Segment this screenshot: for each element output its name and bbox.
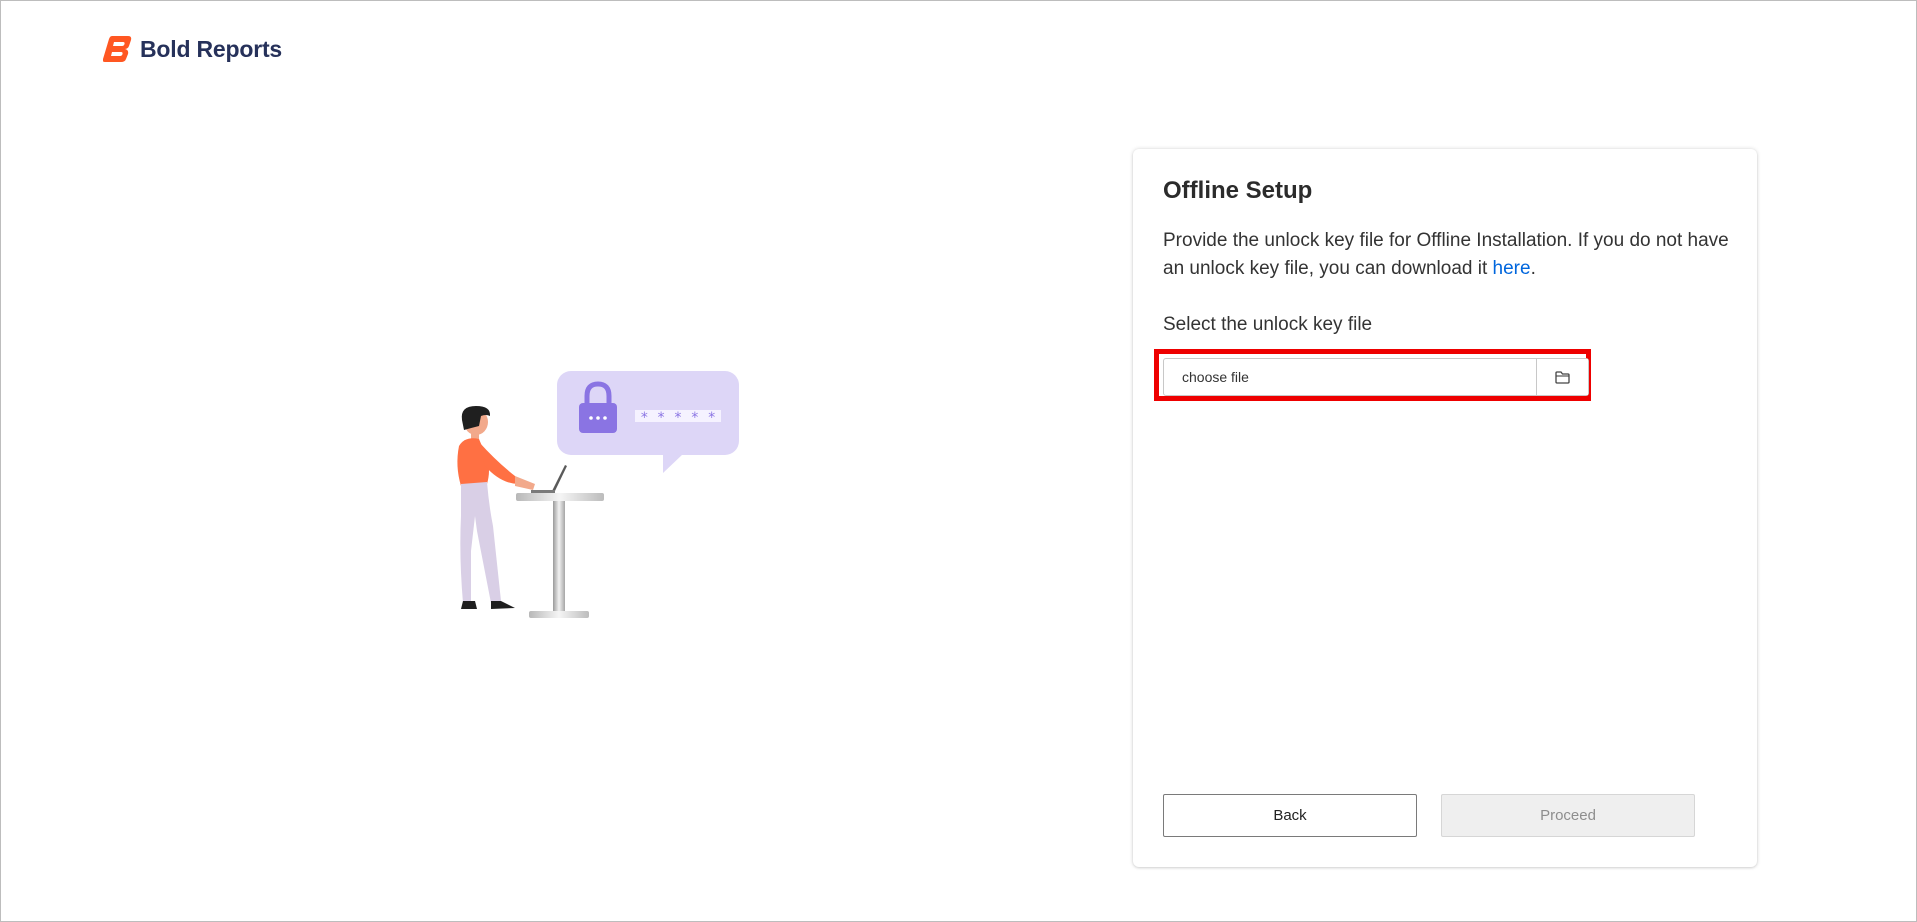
page-frame: Bold Reports * * * * * Offline Setup Pro…: [0, 0, 1917, 922]
brand-name: Bold Reports: [140, 35, 282, 62]
offline-setup-card: Offline Setup Provide the unlock key fil…: [1133, 149, 1757, 867]
description-text: Provide the unlock key file for Offline …: [1163, 230, 1729, 279]
download-unlock-key-link[interactable]: here: [1493, 258, 1531, 279]
unlock-key-file-input[interactable]: [1164, 359, 1536, 395]
unlock-key-file-picker[interactable]: [1163, 358, 1589, 396]
brand-logo[interactable]: Bold Reports: [103, 35, 282, 63]
password-mask: * * * * *: [640, 410, 716, 426]
bold-reports-logo-icon: [103, 36, 132, 62]
proceed-button[interactable]: Proceed: [1441, 794, 1695, 837]
card-title: Offline Setup: [1163, 177, 1313, 204]
offline-setup-illustration: * * * * *: [457, 371, 739, 618]
person-figure: [457, 406, 535, 609]
unlock-key-file-label: Select the unlock key file: [1163, 314, 1373, 335]
folder-icon: [1555, 370, 1570, 384]
card-description: Provide the unlock key file for Offline …: [1163, 227, 1733, 283]
back-button[interactable]: Back: [1163, 794, 1417, 837]
browse-file-button[interactable]: [1536, 359, 1588, 395]
description-suffix: .: [1530, 258, 1536, 279]
password-speech-bubble: * * * * *: [557, 371, 739, 473]
